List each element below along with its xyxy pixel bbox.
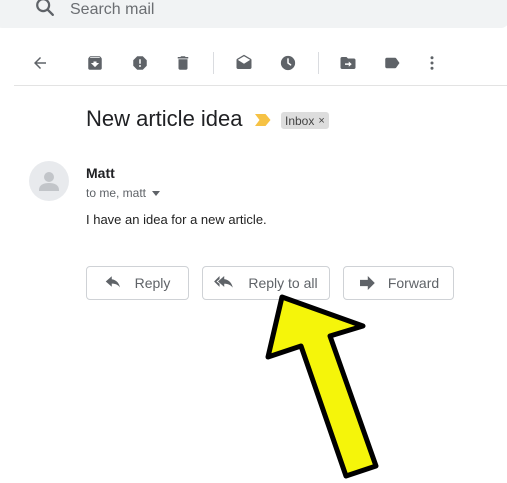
avatar[interactable] xyxy=(29,161,69,201)
message-body: I have an idea for a new article. xyxy=(86,212,267,227)
reply-all-button[interactable]: Reply to all xyxy=(202,266,330,300)
show-details-icon[interactable] xyxy=(152,190,161,196)
toolbar-separator xyxy=(213,52,214,74)
mark-unread-icon[interactable] xyxy=(233,52,255,74)
archive-icon[interactable] xyxy=(84,52,106,74)
recipients-line: to me, matt xyxy=(86,186,161,200)
clock-icon[interactable] xyxy=(277,52,299,74)
reply-all-label: Reply to all xyxy=(248,275,318,291)
reply-icon xyxy=(105,276,120,288)
message-toolbar xyxy=(0,42,507,82)
reply-button[interactable]: Reply xyxy=(86,266,189,300)
label-chip-inbox: Inbox × xyxy=(281,112,329,129)
back-arrow-icon[interactable] xyxy=(29,52,51,74)
search-input[interactable] xyxy=(70,0,450,20)
toolbar-separator xyxy=(318,52,319,74)
importance-marker-icon[interactable] xyxy=(254,113,272,127)
search-icon[interactable] xyxy=(34,0,56,18)
remove-label-icon[interactable]: × xyxy=(318,115,324,127)
reply-label: Reply xyxy=(134,275,171,291)
label-icon[interactable] xyxy=(381,52,403,74)
person-icon xyxy=(39,172,59,191)
sender-name[interactable]: Matt xyxy=(86,165,115,181)
more-vert-icon[interactable] xyxy=(421,52,443,74)
forward-icon xyxy=(359,276,375,290)
email-subject: New article idea xyxy=(86,106,243,131)
recipients-text: to me, matt xyxy=(86,186,147,200)
forward-label: Forward xyxy=(387,275,440,291)
callout-arrow-icon xyxy=(265,294,379,479)
trash-icon[interactable] xyxy=(172,52,194,74)
reply-all-icon xyxy=(214,276,234,288)
toolbar-divider xyxy=(14,85,507,86)
move-to-icon[interactable] xyxy=(337,52,359,74)
report-spam-icon[interactable] xyxy=(129,52,151,74)
label-chip-text: Inbox xyxy=(285,113,315,128)
forward-button[interactable]: Forward xyxy=(343,266,454,300)
